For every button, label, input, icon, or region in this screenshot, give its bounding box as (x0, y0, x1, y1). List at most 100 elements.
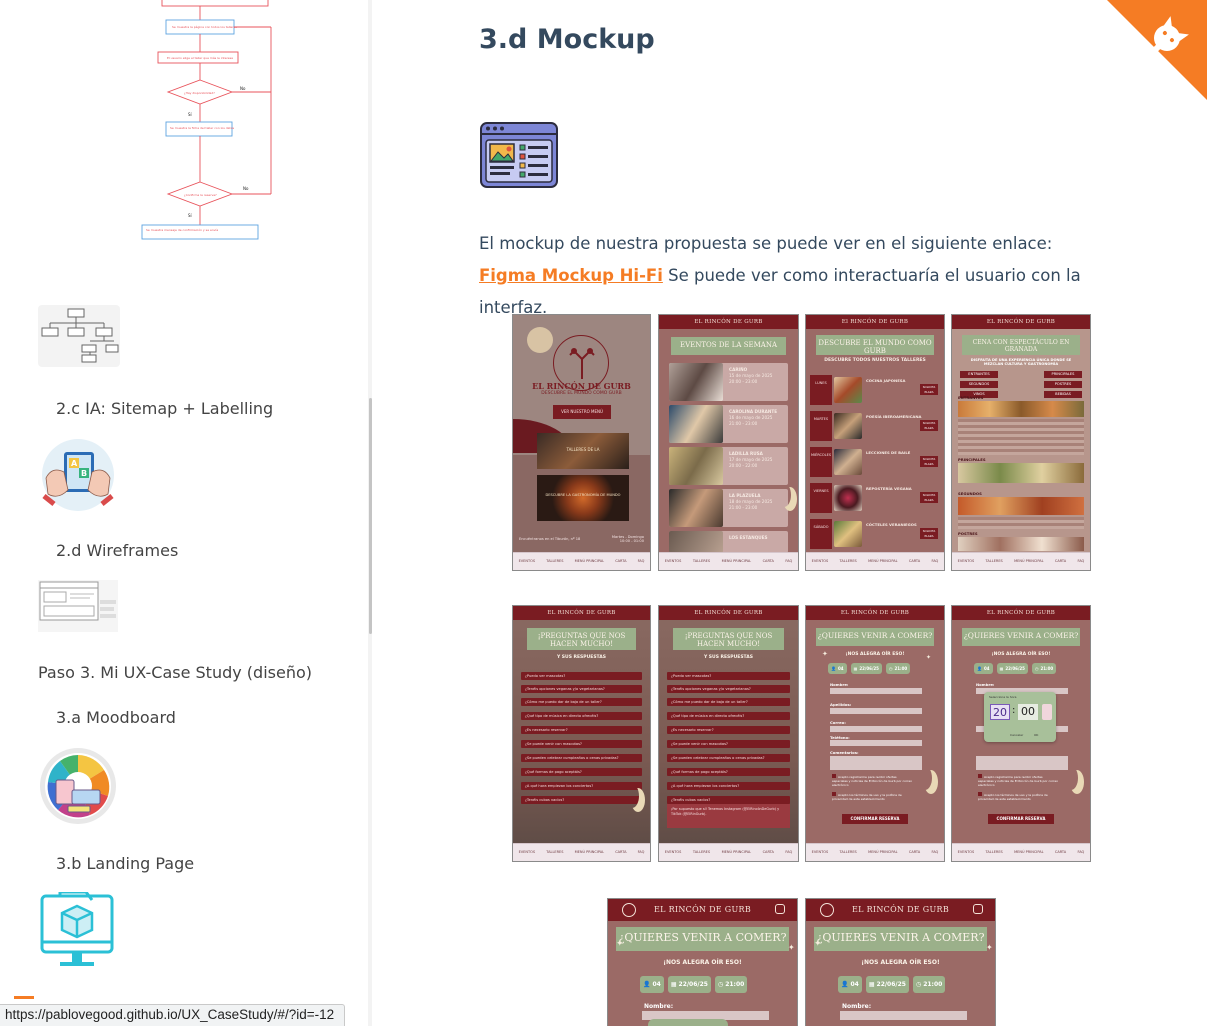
nav-menu-principal[interactable]: MENÚ PRINCIPAL (575, 850, 604, 855)
event-card-3[interactable]: LADILLA RUSA 17 de mayo de 2025 20:00 - 22… (669, 447, 788, 485)
taller-button-5[interactable]: SOLICITA PLAZA (920, 528, 938, 539)
taller-button-4[interactable]: SOLICITA PLAZA (920, 492, 938, 503)
faq2-q9[interactable]: ¿A qué hora empiezan los conciertos? (667, 782, 790, 790)
userflow-diagram-thumbnail[interactable]: Se muestra la página con todos los talle… (132, 0, 282, 250)
nav-carta[interactable]: CARTA (615, 850, 626, 855)
carta-bottom-nav[interactable]: EVENTOS TALLERES MENÚ PRINCIPAL CARTA FAQ (952, 552, 1090, 570)
mockup-talleres[interactable]: El RINCÓN DE GURB DESCUBRE EL MUNDO COMO… (805, 314, 945, 571)
check2[interactable]: Acepto los términos de uso y la política… (978, 792, 1058, 801)
nav-talleres[interactable]: TALLERES (986, 850, 1003, 855)
field-nombre[interactable] (840, 1011, 967, 1020)
check1[interactable]: Acepto registrarme para recibir ofertas … (978, 774, 1058, 787)
time-picker-minute[interactable]: 00 (1018, 704, 1038, 720)
sidebar-item-moodboard[interactable]: 3.a Moodboard (56, 708, 176, 727)
nav-carta[interactable]: CARTA (615, 559, 626, 564)
reserva1-confirm-button[interactable]: CONFIRMAR RESERVA (842, 814, 908, 824)
home-card-talleres[interactable]: TALLERES DE LA (537, 433, 629, 469)
instagram-icon[interactable] (973, 904, 983, 914)
nav-eventos[interactable]: EVENTOS (958, 559, 975, 564)
taller-button-3[interactable]: SOLICITA PLAZA (920, 456, 938, 467)
sidebar-item-paso3[interactable]: Paso 3. Mi UX-Case Study (diseño) (38, 663, 312, 682)
nav-talleres[interactable]: TALLERES (546, 559, 563, 564)
date-chip[interactable]: ▦ 22/06/25 (667, 976, 711, 993)
sidebar-item-sitemap-labelling[interactable]: 2.c IA: Sitemap + Labelling (56, 399, 273, 418)
taller-button-1[interactable]: SOLICITA PLAZA (920, 384, 938, 395)
reserva2-confirm-button[interactable]: CONFIRMAR RESERVA (988, 814, 1054, 824)
taller-row-4[interactable]: VIERNES REPOSTERÍA VEGANA SOLICITA PLAZA (810, 483, 940, 513)
nav-faq[interactable]: FAQ (1078, 559, 1085, 564)
mockup-carta[interactable]: EL RINCÓN DE GURB CENA CON ESPECTÁCULO E… (951, 314, 1091, 571)
field-nombre[interactable] (830, 688, 922, 694)
wireframes-hands-icon[interactable]: A B (40, 438, 116, 512)
mockup-reserva-1[interactable]: EL RINCÓN DE GURB ¿QUIERES VENIR A COMER… (805, 605, 945, 862)
nav-eventos[interactable]: EVENTOS (812, 559, 829, 564)
taller-row-5[interactable]: SÁBADO CÓCTELES VERANIEGOS SOLICITA PLAZ… (810, 519, 940, 549)
taller-row-3[interactable]: MIÉRCOLES LECCIONES DE BAILE SOLICITA PL… (810, 447, 940, 477)
github-octocat-icon[interactable] (1107, 0, 1207, 100)
mockup-reserva-large-1[interactable]: EL RINCÓN DE GURB ¿QUIERES VENIR A COMER… (607, 898, 798, 1026)
faq1-bottom-nav[interactable]: EVENTOS TALLERES MENÚ PRINCIPAL CARTA FAQ (513, 843, 650, 861)
taller-button-2[interactable]: SOLICITA PLAZA (920, 420, 938, 431)
faq2-q7[interactable]: ¿Se pueden celebrar cumpleaños o cenas p… (667, 754, 790, 762)
nav-menu-principal[interactable]: MENÚ PRINCIPAL (868, 559, 897, 564)
people-chip[interactable]: 👤 04 (974, 663, 993, 674)
faq2-q8[interactable]: ¿Qué formas de pago aceptáis? (667, 768, 790, 776)
nav-carta[interactable]: CARTA (909, 559, 920, 564)
time-chip[interactable]: ◷ 21:00 (885, 663, 911, 674)
sidebar-scrollbar-thumb[interactable] (369, 398, 372, 634)
wireframe-sketch-icon[interactable] (38, 580, 118, 632)
field-comentarios[interactable] (830, 756, 922, 770)
reserva2-bottom-nav[interactable]: EVENTOS TALLERES MENÚ PRINCIPAL CARTA FAQ (952, 843, 1090, 861)
nav-talleres[interactable]: TALLERES (546, 850, 563, 855)
field-comentarios[interactable] (976, 756, 1068, 770)
home-card-gastronomia[interactable]: DESCUBRE LA GASTRONOMÍA DE MUNDO (537, 475, 629, 521)
carta-tab-principales[interactable]: PRINCIPALES (1044, 371, 1082, 378)
faq1-q2[interactable]: ¿Tenéis opciones veganas y/o vegetariana… (521, 685, 642, 693)
event-card-2[interactable]: CAROLINA DURANTE 16 de mayo de 2025 21:00 … (669, 405, 788, 443)
nav-eventos[interactable]: EVENTOS (519, 559, 536, 564)
date-chip[interactable]: ▦ 22/06/25 (850, 663, 882, 674)
home-bottom-nav[interactable]: EVENTOS TALLERES MENÚ PRINCIPAL CARTA FA… (513, 552, 650, 570)
check2[interactable]: Acepto los términos de uso y la política… (832, 792, 912, 801)
nav-eventos[interactable]: EVENTOS (665, 559, 682, 564)
field-correo[interactable] (830, 726, 922, 732)
check1[interactable]: Acepto registrarme para recibir ofertas … (832, 774, 912, 787)
faq1-q7[interactable]: ¿Se pueden celebrar cumpleaños o cenas p… (521, 754, 642, 762)
people-chip[interactable]: 👤 04 (640, 976, 664, 993)
taller-row-1[interactable]: LUNES COCINA JAPONESA SOLICITA PLAZA (810, 375, 940, 405)
nav-talleres[interactable]: TALLERES (693, 559, 710, 564)
faq1-q6[interactable]: ¿Se puede venir con mascotas? (521, 740, 642, 748)
nav-faq[interactable]: FAQ (1078, 850, 1085, 855)
nav-eventos[interactable]: EVENTOS (812, 850, 829, 855)
nav-faq[interactable]: FAQ (932, 850, 939, 855)
time-chip[interactable]: ◷ 21:00 (1031, 663, 1057, 674)
time-picker-cancel[interactable]: Cancelar (1010, 733, 1023, 737)
people-chip[interactable]: 👤 04 (838, 976, 862, 993)
faq2-q2[interactable]: ¿Tenéis opciones veganas y/o vegetariana… (667, 685, 790, 693)
box-monitor-icon[interactable] (40, 892, 116, 970)
nav-talleres[interactable]: TALLERES (840, 850, 857, 855)
taller-row-2[interactable]: MARTES POESÍA IBEROAMERICANA SOLICITA PL… (810, 411, 940, 441)
faq1-q4[interactable]: ¿Qué tipo de música en directo ofrecéis? (521, 712, 642, 720)
faq2-q10[interactable]: ¿Tenéis cubos vacíos? (667, 796, 790, 804)
nav-menu-principal[interactable]: MENÚ PRINCIPAL (575, 559, 604, 564)
home-menu-button[interactable]: VER NUESTRO MENÚ (553, 405, 611, 419)
nav-menu-principal[interactable]: MENÚ PRINCIPAL (722, 559, 751, 564)
reserva1-bottom-nav[interactable]: EVENTOS TALLERES MENÚ PRINCIPAL CARTA FAQ (806, 843, 944, 861)
instagram-icon[interactable] (775, 904, 785, 914)
nav-faq[interactable]: FAQ (638, 850, 645, 855)
nav-faq[interactable]: FAQ (638, 559, 645, 564)
mockup-home[interactable]: EL RINCÓN DE GURB DESCUBRE EL MUNDO COMO… (512, 314, 651, 571)
nav-carta[interactable]: CARTA (1055, 850, 1066, 855)
nav-menu-principal[interactable]: MENÚ PRINCIPAL (1014, 559, 1043, 564)
time-picker-dialog[interactable]: Selecciona la hora 20 : 00 Cancelar OK (984, 692, 1056, 742)
nav-talleres[interactable]: TALLERES (986, 559, 1003, 564)
faq2-q1[interactable]: ¿Puedo ver mascotas? (667, 672, 790, 680)
sitemap-icon[interactable] (38, 305, 120, 367)
mockup-faq-2[interactable]: EL RINCÓN DE GURB ¡PREGUNTAS QUE NOS HAC… (658, 605, 799, 862)
time-picker-ok[interactable]: OK (1034, 733, 1038, 737)
time-picker-hour[interactable]: 20 (990, 704, 1010, 720)
faq1-q1[interactable]: ¿Puedo ver mascotas? (521, 672, 642, 680)
faq2-bottom-nav[interactable]: EVENTOS TALLERES MENÚ PRINCIPAL CARTA FAQ (659, 843, 798, 861)
reserva3-chips[interactable]: 👤 04 ▦ 22/06/25 ◷ 21:00 (640, 976, 748, 993)
